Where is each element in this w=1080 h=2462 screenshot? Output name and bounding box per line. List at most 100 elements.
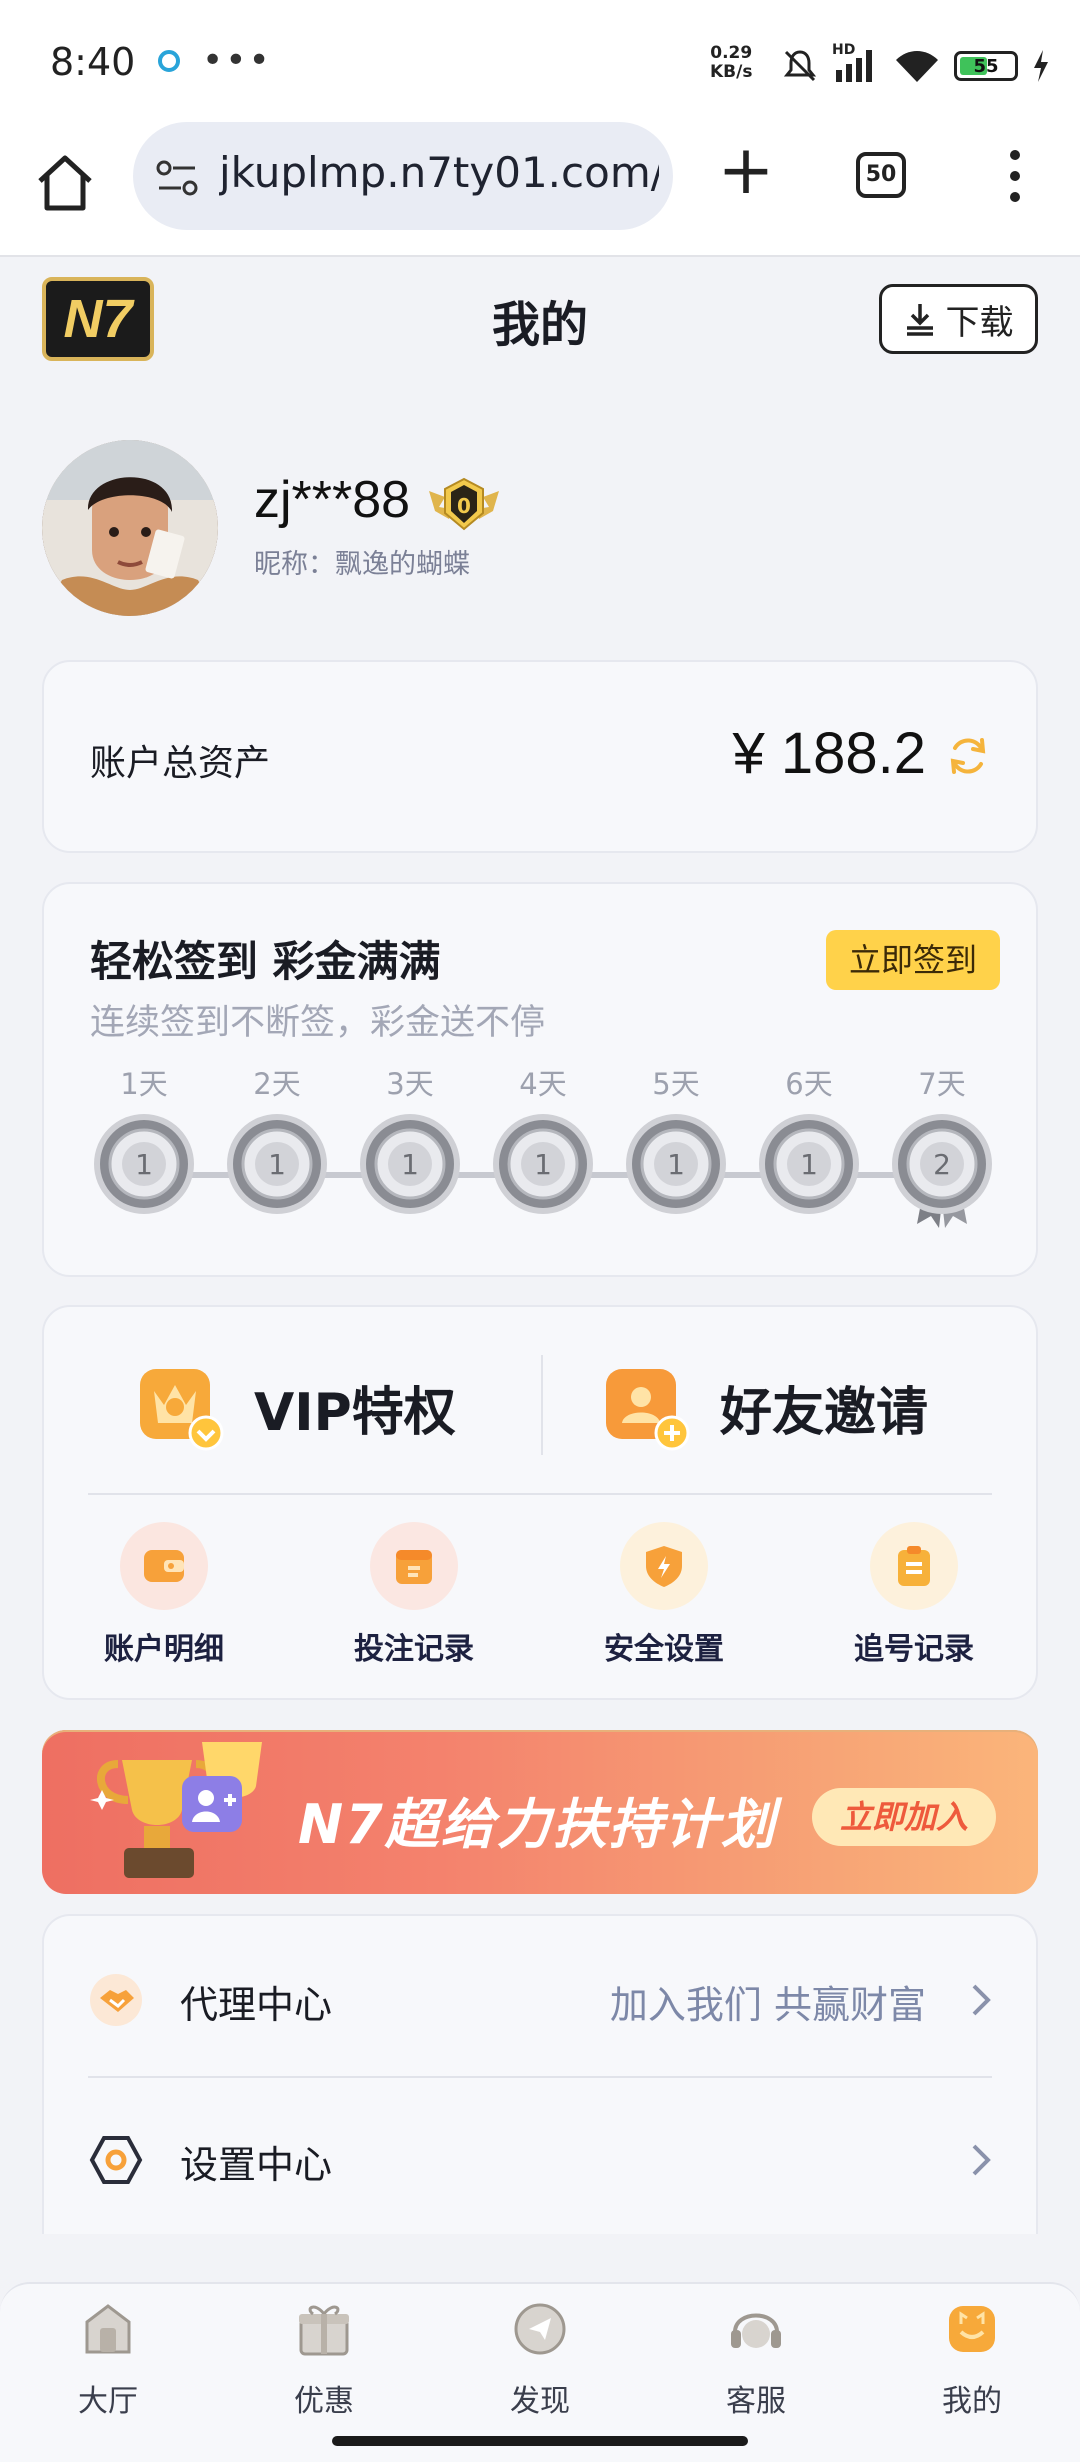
banner-title: N7超给力扶持计划 xyxy=(298,1793,777,1856)
browser-menu-button[interactable] xyxy=(1000,150,1030,202)
browser-toolbar: jkuplmp.n7ty01.com/h + 50 xyxy=(0,120,1080,257)
nickname: 昵称：飘逸的蝴蝶 xyxy=(254,549,470,580)
asset-card: 账户总资产 ¥ 188.2 xyxy=(42,660,1038,853)
nav-promotions[interactable]: 优惠 xyxy=(264,2298,384,2420)
join-now-button[interactable]: 立即加入 xyxy=(812,1788,996,1846)
checkin-day: 3天 1 xyxy=(350,1062,470,1232)
shield-icon xyxy=(620,1522,708,1610)
security-settings-label: 安全设置 xyxy=(604,1632,724,1667)
charging-icon xyxy=(1034,50,1048,82)
nav-lobby[interactable]: 大厅 xyxy=(48,2298,168,2420)
avatar[interactable] xyxy=(42,440,218,616)
checkin-day-label: 2天 xyxy=(253,1067,301,1101)
settings-center-label: 设置中心 xyxy=(180,2143,333,2187)
coin-icon: 1 xyxy=(493,1114,593,1214)
divider xyxy=(88,1493,992,1495)
tab-switcher-button[interactable]: 50 xyxy=(856,152,906,198)
bottom-nav: 大厅 优惠 发现 客服 我的 xyxy=(0,2282,1080,2462)
address-bar[interactable]: jkuplmp.n7ty01.com/h xyxy=(133,122,673,230)
checkin-reward: 1 xyxy=(534,1148,552,1181)
download-button[interactable]: 下载 xyxy=(879,284,1038,354)
status-time: 8:40 xyxy=(50,40,136,84)
vip-level: 0 xyxy=(457,494,471,518)
bet-records-button[interactable]: 投注记录 xyxy=(314,1522,514,1668)
nav-promotions-label: 优惠 xyxy=(294,2384,354,2419)
vip-level-badge[interactable]: 0 xyxy=(425,477,503,531)
trophy-icon xyxy=(90,1742,262,1878)
settings-hexagon-icon xyxy=(89,2136,143,2184)
coin-icon: 1 xyxy=(360,1114,460,1214)
net-speed: 0.29 KB/s xyxy=(710,44,752,82)
checkin-reward: 2 xyxy=(933,1148,951,1181)
support-plan-banner[interactable]: N7超给力扶持计划 立即加入 xyxy=(42,1730,1038,1894)
wifi-icon xyxy=(896,51,938,82)
checkin-day-label: 7天 xyxy=(918,1067,966,1101)
asset-value: ¥ 188.2 xyxy=(732,721,926,786)
chevron-right-icon xyxy=(972,2144,991,2176)
lobby-icon xyxy=(85,2304,131,2354)
url-text[interactable]: jkuplmp.n7ty01.com/h xyxy=(219,148,659,197)
vip-privilege-button[interactable]: VIP特权 xyxy=(134,1347,456,1467)
settings-list: 代理中心 加入我们 共赢财富 设置中心 xyxy=(42,1914,1038,2234)
discover-icon xyxy=(514,2303,566,2355)
site-settings-icon[interactable] xyxy=(155,158,199,198)
divider xyxy=(541,1355,543,1455)
checkin-title: 轻松签到 彩金满满 xyxy=(90,937,441,986)
checkin-button[interactable]: 立即签到 xyxy=(826,930,1000,990)
checkin-day: 5天 1 xyxy=(616,1062,736,1232)
nav-profile-label: 我的 xyxy=(942,2384,1002,2419)
checkin-day: 2天 1 xyxy=(217,1062,337,1232)
divider xyxy=(88,2076,992,2078)
checkin-reward: 1 xyxy=(268,1148,286,1181)
nav-support-label: 客服 xyxy=(726,2384,786,2419)
home-indicator[interactable] xyxy=(332,2436,748,2446)
agent-center-row[interactable]: 代理中心 加入我们 共赢财富 xyxy=(44,1926,1036,2076)
vip-label: VIP特权 xyxy=(254,1382,456,1443)
calendar-icon xyxy=(370,1522,458,1610)
checkin-day: 4天 1 xyxy=(483,1062,603,1232)
refresh-icon[interactable] xyxy=(946,734,990,778)
status-icons: HD 55 xyxy=(782,42,1050,88)
battery-icon: 55 xyxy=(954,51,1018,81)
checkin-reward: 1 xyxy=(135,1148,153,1181)
status-bar: 8:40 ••• 0.29 KB/s HD 55 xyxy=(0,0,1080,120)
status-more: ••• xyxy=(202,40,272,81)
asset-label: 账户总资产 xyxy=(90,743,271,784)
checkin-days: 1天 1 2天 1 3天 1 4天 1 5天 1 6天 1 7天 2 xyxy=(90,1062,1000,1242)
checkin-card: 轻松签到 彩金满满 连续签到不断签，彩金送不停 立即签到 1天 1 2天 1 3天 1 4天… xyxy=(42,882,1038,1277)
download-icon xyxy=(906,304,933,336)
new-tab-button[interactable]: + xyxy=(715,137,777,205)
home-icon[interactable] xyxy=(30,148,100,218)
nav-lobby-label: 大厅 xyxy=(78,2384,138,2419)
mute-icon xyxy=(783,50,817,82)
checkin-reward: 1 xyxy=(667,1148,685,1181)
wallet-icon xyxy=(120,1522,208,1610)
agent-center-label: 代理中心 xyxy=(180,1983,333,2027)
nav-discover[interactable]: 发现 xyxy=(480,2298,600,2420)
security-settings-button[interactable]: 安全设置 xyxy=(564,1522,764,1668)
checkin-day-label: 3天 xyxy=(386,1067,434,1101)
checkin-day-label: 4天 xyxy=(519,1067,567,1101)
gift-icon xyxy=(299,2305,349,2356)
coin-icon: 1 xyxy=(759,1114,859,1214)
invite-label: 好友邀请 xyxy=(720,1382,929,1443)
carrier-icon xyxy=(158,50,180,72)
net-speed-unit: KB/s xyxy=(710,62,753,82)
chevron-right-icon xyxy=(972,1984,991,2016)
vip-crown-icon xyxy=(140,1369,224,1451)
checkin-day-label: 1天 xyxy=(120,1067,168,1101)
invite-friends-button[interactable]: 好友邀请 xyxy=(600,1347,928,1467)
nav-profile[interactable]: 我的 xyxy=(912,2298,1032,2420)
settings-center-row[interactable]: 设置中心 xyxy=(44,2086,1036,2236)
reward-medal-icon: 2 xyxy=(892,1114,992,1228)
chase-records-label: 追号记录 xyxy=(854,1632,974,1667)
net-speed-value: 0.29 xyxy=(710,43,753,63)
checkin-day-label: 6天 xyxy=(785,1067,833,1101)
nav-support[interactable]: 客服 xyxy=(696,2298,816,2420)
chase-records-button[interactable]: 追号记录 xyxy=(814,1522,1014,1668)
invite-icon xyxy=(606,1369,690,1451)
features-card: VIP特权 好友邀请 账户明细 投注记录 安全设置 追号记录 xyxy=(42,1305,1038,1700)
agent-center-slogan: 加入我们 共赢财富 xyxy=(609,1983,926,2027)
account-details-button[interactable]: 账户明细 xyxy=(64,1522,264,1668)
handshake-icon xyxy=(90,1974,142,2026)
